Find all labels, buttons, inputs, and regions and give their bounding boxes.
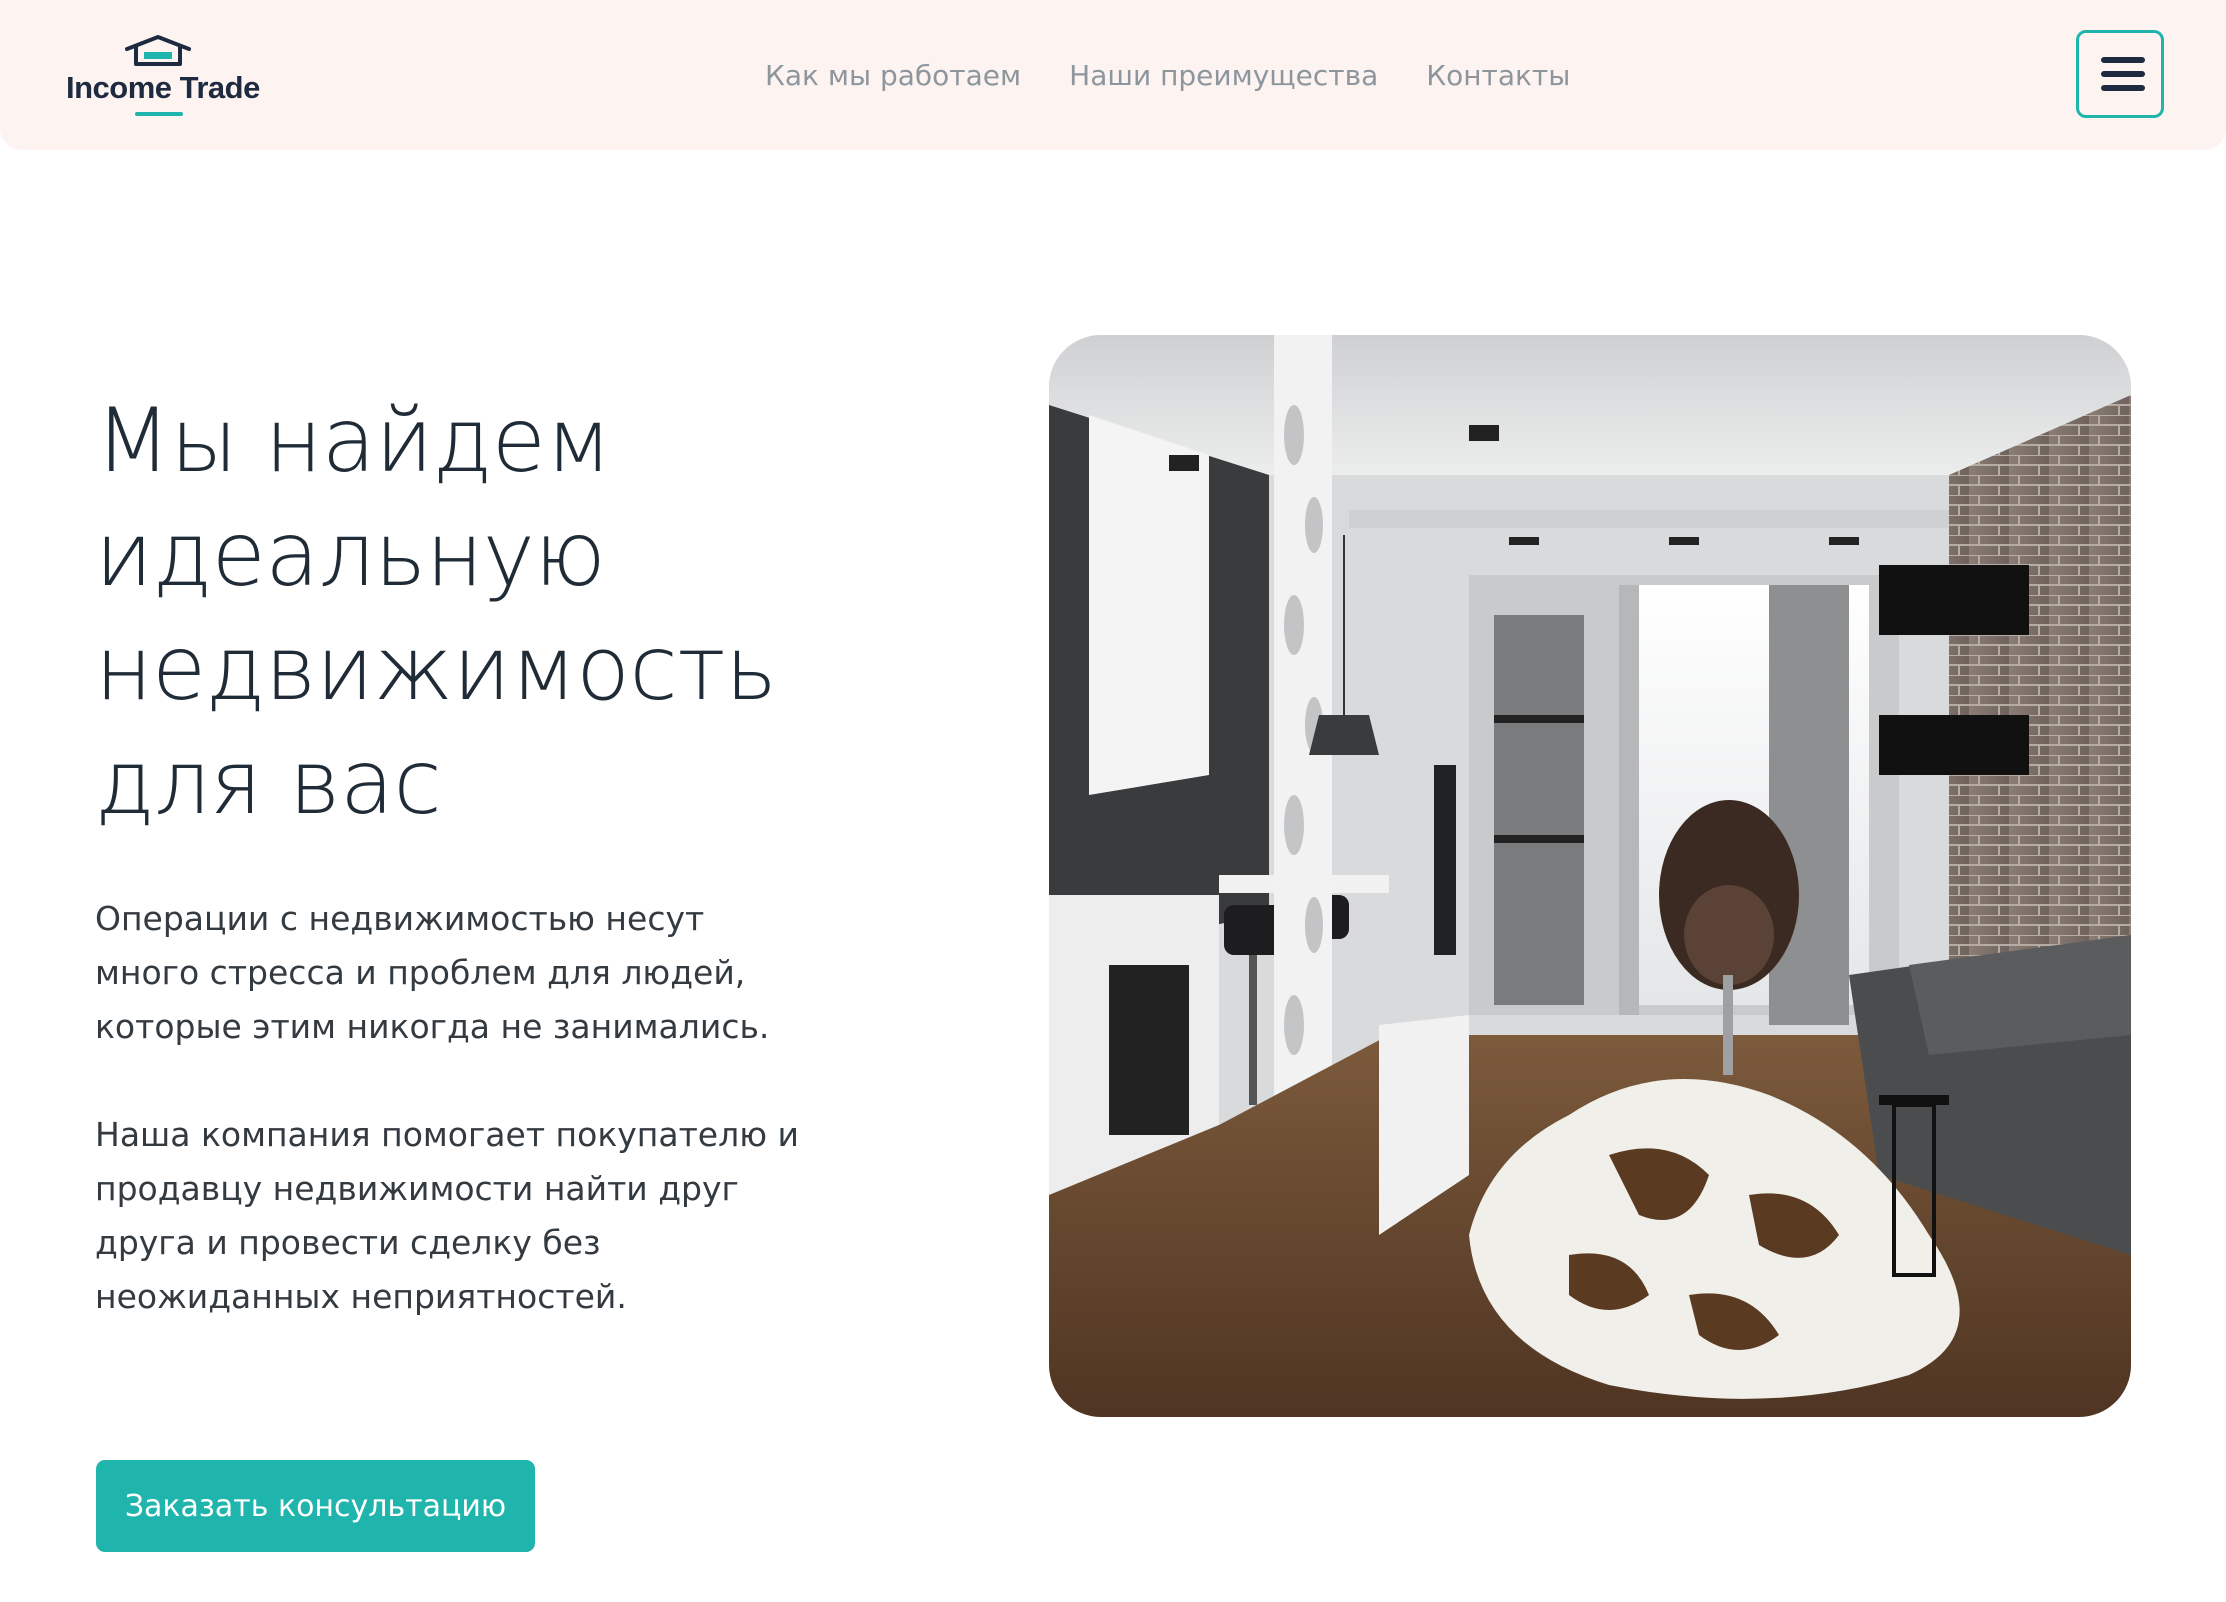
nav-link-how-we-work[interactable]: Как мы работаем: [765, 59, 1021, 92]
hero-paragraph-1: Операции с недвижимостью несут много стр…: [95, 899, 770, 1046]
nav-link-advantages[interactable]: Наши преимущества: [1069, 59, 1378, 92]
logo[interactable]: Income Trade: [66, 34, 260, 118]
living-room-image: [1049, 335, 2131, 1417]
interior-photo: [1049, 335, 2131, 1417]
logo-underline: [135, 112, 183, 116]
house-logo-icon: [125, 35, 191, 66]
logo-text: Income Trade: [66, 70, 260, 105]
menu-button[interactable]: [2076, 30, 2164, 118]
nav-link-contacts[interactable]: Контакты: [1426, 59, 1570, 92]
main-nav: Как мы работаем Наши преимущества Контак…: [765, 0, 1570, 150]
hero-paragraph-2: Наша компания помогает покупателю и прод…: [95, 1115, 799, 1316]
order-consultation-button[interactable]: Заказать консультацию: [96, 1460, 535, 1552]
site-header: Income Trade Как мы работаем Наши преиму…: [0, 0, 2226, 150]
hero-title: Мы найдем идеальную недвижимость для вас: [95, 389, 777, 834]
